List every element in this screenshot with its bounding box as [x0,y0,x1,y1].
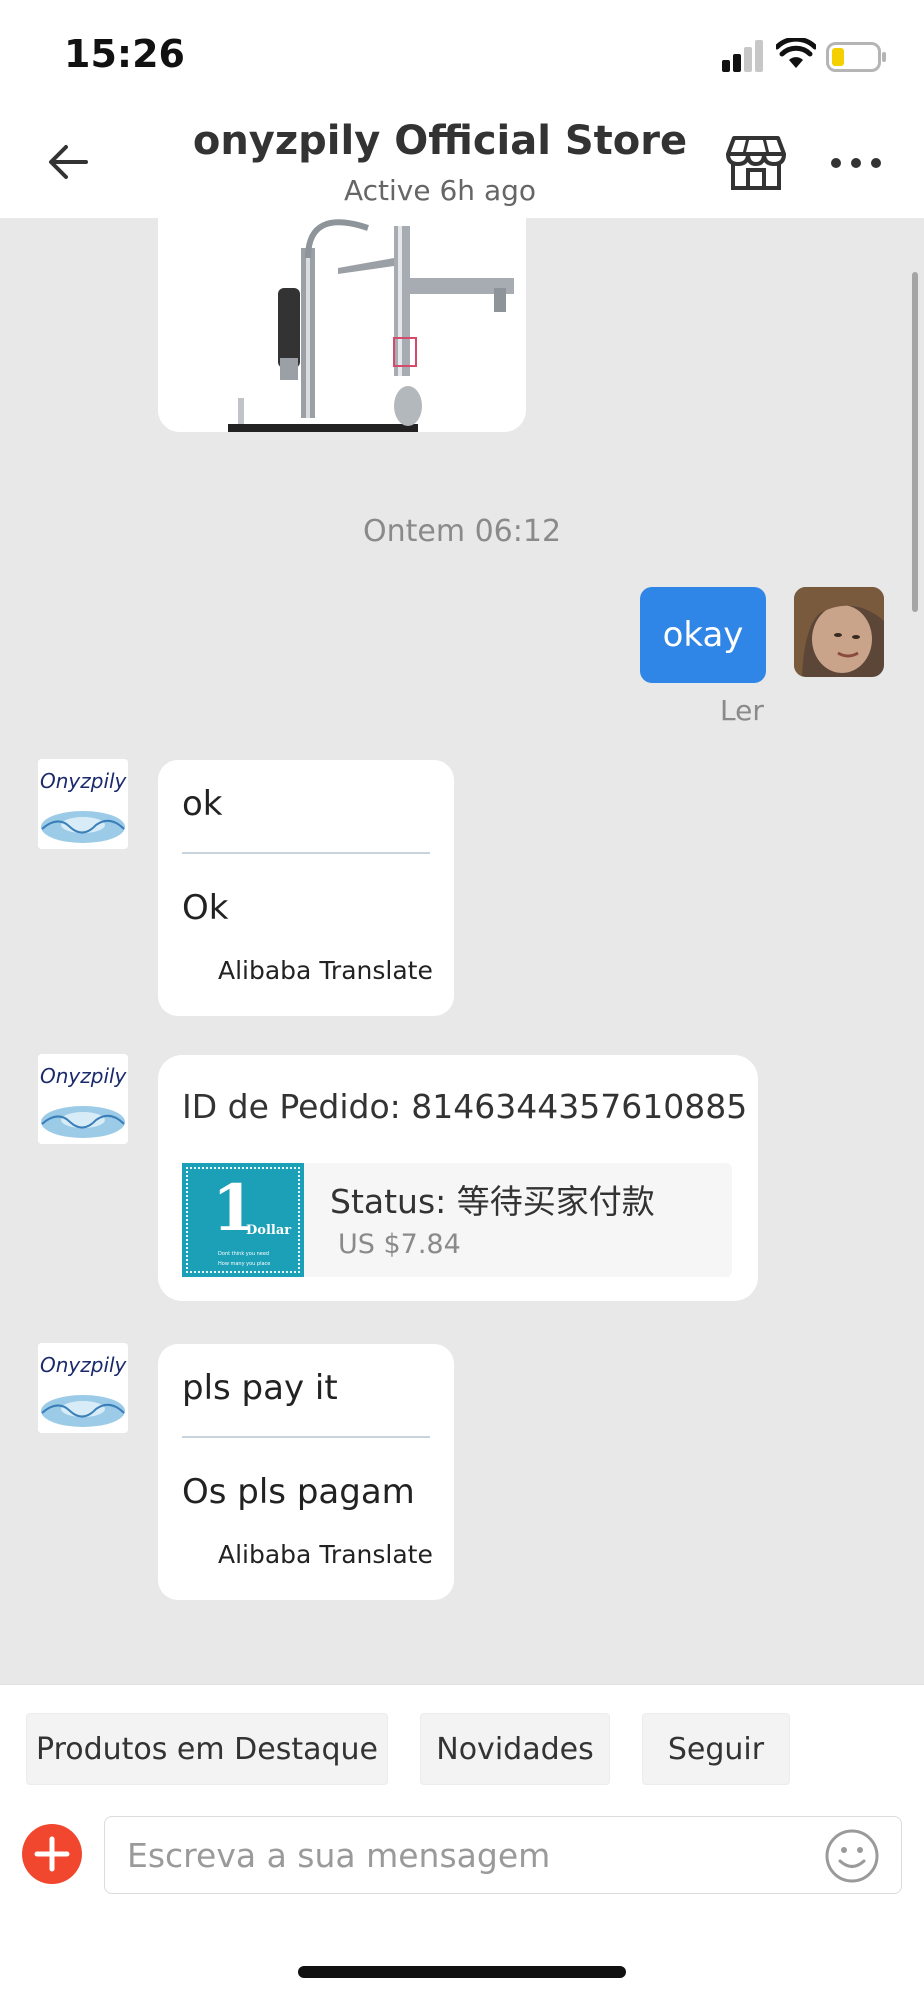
translation-divider [182,1436,430,1438]
bottom-safe-area [0,1916,924,2000]
chip-new-arrivals[interactable]: Novidades [420,1713,610,1785]
chip-follow[interactable]: Seguir [642,1713,790,1785]
quick-reply-bar: Produtos em Destaque Novidades Seguir [0,1684,924,1800]
chip-featured-products[interactable]: Produtos em Destaque [26,1713,388,1785]
message-original-text: ok [182,784,223,824]
message-translated-text: Os pls pagam [182,1472,415,1512]
home-indicator[interactable] [298,1966,626,1978]
faucet-image [158,218,526,432]
translation-credit: Alibaba Translate [218,1540,433,1569]
store-logo-text: Onyzpily [40,769,127,793]
status-time: 15:26 [64,32,185,76]
translation-credit: Alibaba Translate [218,956,433,985]
product-image[interactable] [158,218,526,432]
order-status: Status: 等待买家付款 [330,1182,655,1221]
sent-message-bubble[interactable]: okay [640,587,766,683]
thumbnail-caption-1: Dont think you need [218,1251,270,1257]
store-icon[interactable] [724,132,788,192]
more-options-icon[interactable] [828,148,884,178]
chat-header: onyzpily Official Store Active 6h ago [0,108,924,218]
thumbnail-caption-2: How many you place [218,1261,271,1267]
store-avatar[interactable]: Onyzpily [38,1343,128,1433]
store-avatar[interactable]: Onyzpily [38,759,128,849]
translation-divider [182,852,430,854]
chat-scrollbar[interactable] [912,272,918,612]
order-card[interactable]: ID de Pedido: 8146344357610885 1 Dollar … [158,1055,758,1301]
emoji-icon[interactable] [824,1828,880,1884]
order-details[interactable]: 1 Dollar Dont think you need How many yo… [182,1163,732,1277]
add-attachment-button[interactable] [22,1824,82,1884]
chat-messages-area[interactable]: Ontem 06:12 okay Ler Onyzpily ok Ok Alib… [0,218,924,1684]
store-name-title[interactable]: onyzpily Official Store [160,118,720,164]
order-price: US $7.84 [338,1229,461,1260]
message-translated-text: Ok [182,888,229,928]
store-logo-text: Onyzpily [40,1353,127,1377]
battery-icon [826,42,886,72]
order-product-thumbnail: 1 Dollar Dont think you need How many yo… [182,1163,304,1277]
message-timestamp: Ontem 06:12 [362,514,562,549]
wifi-icon [776,38,816,68]
received-message-bubble[interactable]: pls pay it Os pls pagam Alibaba Translat… [158,1344,454,1600]
message-original-text: pls pay it [182,1368,338,1408]
status-bar: 15:26 [0,0,924,108]
read-status: Ler [720,694,764,727]
message-composer [0,1800,924,1916]
store-logo-text: Onyzpily [40,1064,127,1088]
message-input[interactable] [104,1816,902,1894]
active-status: Active 6h ago [343,174,537,207]
back-arrow-icon[interactable] [44,138,92,186]
signal-icon [722,40,766,72]
store-avatar[interactable]: Onyzpily [38,1054,128,1144]
user-avatar[interactable] [794,587,884,677]
received-message-bubble[interactable]: ok Ok Alibaba Translate [158,760,454,1016]
thumbnail-word: Dollar [246,1223,292,1238]
order-id: ID de Pedido: 8146344357610885 [182,1087,748,1126]
plus-icon [34,1836,70,1872]
